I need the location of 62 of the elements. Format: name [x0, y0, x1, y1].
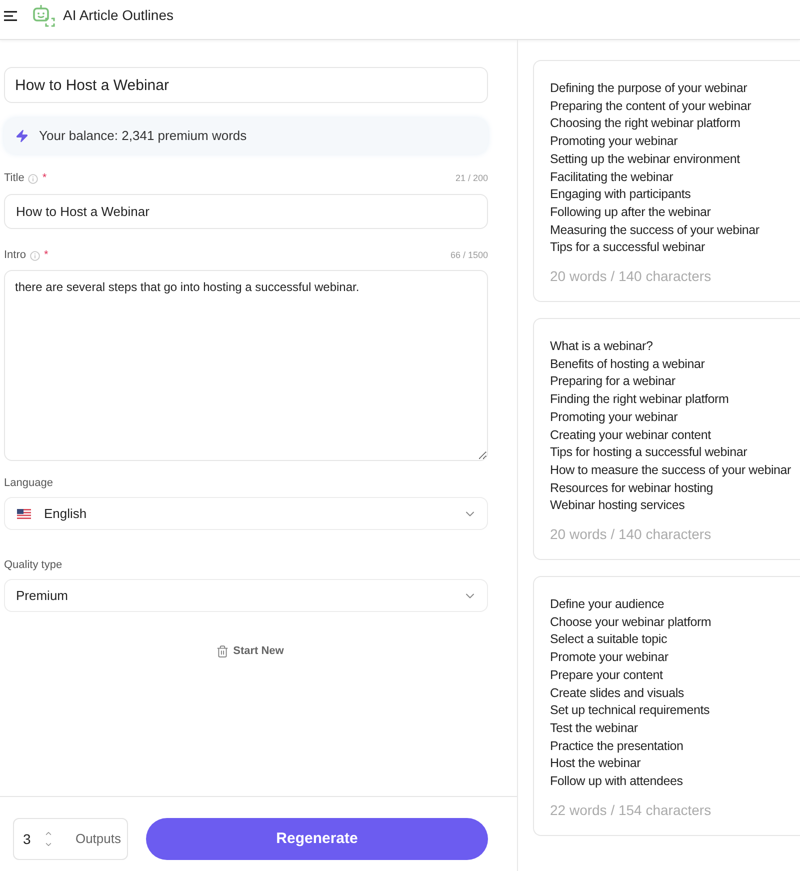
word-count: 20 words / 140 characters	[550, 267, 712, 286]
outline-heading: Set up technical requirements	[550, 702, 711, 720]
start-new-button[interactable]: Start New	[216, 643, 284, 660]
outline-heading: Setting up the webinar environment	[550, 150, 741, 168]
outline-heading: Engaging with participants	[550, 186, 692, 204]
required-mark: *	[42, 173, 47, 184]
outline-heading: Select a suitable topic	[550, 631, 668, 648]
outline-heading: Follow up with attendees	[550, 773, 684, 790]
outputs-label: Outputs	[75, 830, 121, 848]
outline-heading: Choosing the right webinar platform	[550, 115, 742, 132]
outline-heading: Finding the right webinar platform	[550, 391, 730, 408]
outline-heading: Host the webinar	[550, 755, 642, 772]
regenerate-button[interactable]: Regenerate	[146, 818, 488, 860]
flag-icon	[17, 508, 31, 518]
topic-input[interactable]: How to Host a Webinar	[4, 67, 488, 103]
outline-heading: Choose your webinar platform	[550, 614, 712, 631]
outline-heading: Preparing the content of your webinar	[550, 98, 752, 115]
chevron-up-icon[interactable]	[44, 829, 53, 838]
outline-heading: Tips for a successful webinar	[550, 239, 706, 256]
outline-heading: Create slides and visuals	[550, 684, 685, 702]
outline-heading: Practice the presentation	[550, 738, 684, 755]
outline-heading: Tips for hosting a successful webinar	[550, 444, 748, 462]
outline-heading: Benefits of hosting a webinar	[550, 356, 706, 373]
dropdown-select[interactable]: Premium	[4, 579, 488, 612]
outline-heading: Test the webinar	[550, 720, 639, 737]
trash-icon	[216, 644, 230, 658]
outline-heading: Promote your webinar	[550, 649, 670, 666]
robot-icon	[33, 4, 55, 26]
field-label: Intro	[4, 250, 26, 261]
number-input[interactable]: 3	[23, 828, 35, 850]
outline-heading: Following up after the webinar	[550, 204, 712, 221]
outline-heading: Prepare your content	[550, 666, 664, 684]
outline-heading: Resources for webinar hosting	[550, 480, 714, 497]
info-icon[interactable]	[30, 250, 40, 260]
intro-textarea[interactable]: there are several steps that go into hosting a successful webinar.	[4, 270, 488, 461]
menu-icon[interactable]	[4, 10, 17, 20]
word-count: 20 words / 140 characters	[550, 525, 712, 544]
app-title: AI Article Outlines	[63, 6, 174, 25]
outline-heading: Defining the purpose of your webinar	[550, 80, 748, 97]
required-mark: *	[44, 250, 48, 261]
field-label: Title	[4, 173, 24, 184]
info-icon[interactable]	[28, 174, 38, 184]
dropdown-select[interactable]: English	[4, 497, 488, 530]
outline-heading: How to measure the success of your webinar	[550, 462, 792, 479]
outline-heading: Measuring the success of your webinar	[550, 222, 760, 239]
outline-heading: What is a webinar?	[550, 338, 654, 356]
outline-heading: Promoting your webinar	[550, 408, 679, 426]
outline-heading: Webinar hosting services	[550, 497, 686, 514]
chevron-down-icon[interactable]	[44, 840, 53, 849]
title-input[interactable]: How to Host a Webinar	[4, 194, 488, 229]
outline-heading: Preparing for a webinar	[550, 373, 676, 390]
character-counter: 21 / 200	[455, 174, 488, 183]
lightning-icon	[15, 129, 29, 143]
field-label: Language	[4, 477, 54, 490]
outline-heading: Define your audience	[550, 596, 666, 614]
outline-heading: Facilitating the webinar	[550, 168, 674, 186]
outline-heading: Creating your webinar content	[550, 426, 712, 444]
balance-banner: Your balance: 2,341 premium words	[4, 118, 488, 154]
character-counter: 66 / 1500	[450, 251, 488, 260]
outline-heading: Promoting your webinar	[550, 133, 679, 150]
field-label: Quality type	[4, 559, 64, 572]
word-count: 22 words / 154 characters	[550, 800, 712, 820]
